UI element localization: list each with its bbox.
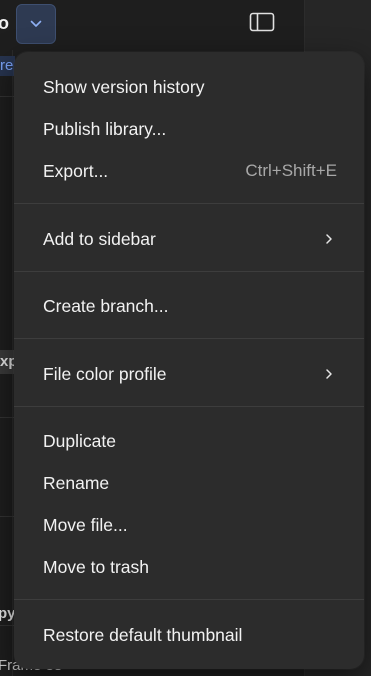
menu-item-show-version-history[interactable]: Show version history (14, 69, 364, 105)
menu-item-move-file[interactable]: Move file... (14, 507, 364, 543)
menu-item-label: Rename (43, 472, 110, 493)
menu-item-label: Export... (43, 160, 109, 181)
menu-item-label: Add to sidebar (43, 228, 156, 249)
menu-item-create-branch[interactable]: Create branch... (14, 288, 364, 324)
menu-item-label: File color profile (43, 363, 167, 384)
file-menu-toggle-button[interactable] (16, 4, 56, 44)
menu-item-file-color-profile[interactable]: File color profile (14, 356, 364, 392)
sidebar-toggle-button[interactable] (249, 12, 275, 37)
menu-item-duplicate[interactable]: Duplicate (14, 423, 364, 459)
layer-divider (0, 96, 14, 97)
menu-item-label: Publish library... (43, 118, 167, 139)
menu-item-export[interactable]: Export... Ctrl+Shift+E (14, 153, 364, 189)
file-header-bar: o (0, 0, 304, 50)
layer-divider (0, 417, 14, 418)
layer-divider (0, 625, 14, 626)
chevron-right-icon (324, 232, 334, 246)
menu-item-label: Duplicate (43, 430, 116, 451)
chevron-down-icon (30, 15, 42, 33)
app-window: o re xp py. Frame 38 Show ver (0, 0, 371, 676)
file-title-fragment: o (0, 13, 9, 33)
layer-divider (0, 516, 14, 517)
keyboard-shortcut: Ctrl+Shift+E (245, 161, 337, 180)
menu-separator (14, 271, 364, 272)
menu-item-label: Create branch... (43, 295, 169, 316)
chevron-right-icon (324, 367, 334, 381)
menu-item-rename[interactable]: Rename (14, 465, 364, 501)
sidebar-panel-icon (249, 12, 275, 37)
menu-item-label: Move file... (43, 514, 128, 535)
menu-item-restore-default-thumbnail[interactable]: Restore default thumbnail (14, 617, 364, 653)
menu-item-label: Move to trash (43, 556, 150, 577)
menu-separator (14, 203, 364, 204)
menu-item-add-to-sidebar[interactable]: Add to sidebar (14, 221, 364, 257)
menu-item-label: Show version history (43, 76, 205, 97)
file-context-menu: Show version history Publish library... … (14, 52, 364, 669)
menu-separator (14, 338, 364, 339)
menu-item-label: Restore default thumbnail (43, 624, 243, 645)
menu-item-publish-library[interactable]: Publish library... (14, 111, 364, 147)
menu-separator (14, 406, 364, 407)
menu-separator (14, 599, 364, 600)
menu-item-move-to-trash[interactable]: Move to trash (14, 549, 364, 585)
